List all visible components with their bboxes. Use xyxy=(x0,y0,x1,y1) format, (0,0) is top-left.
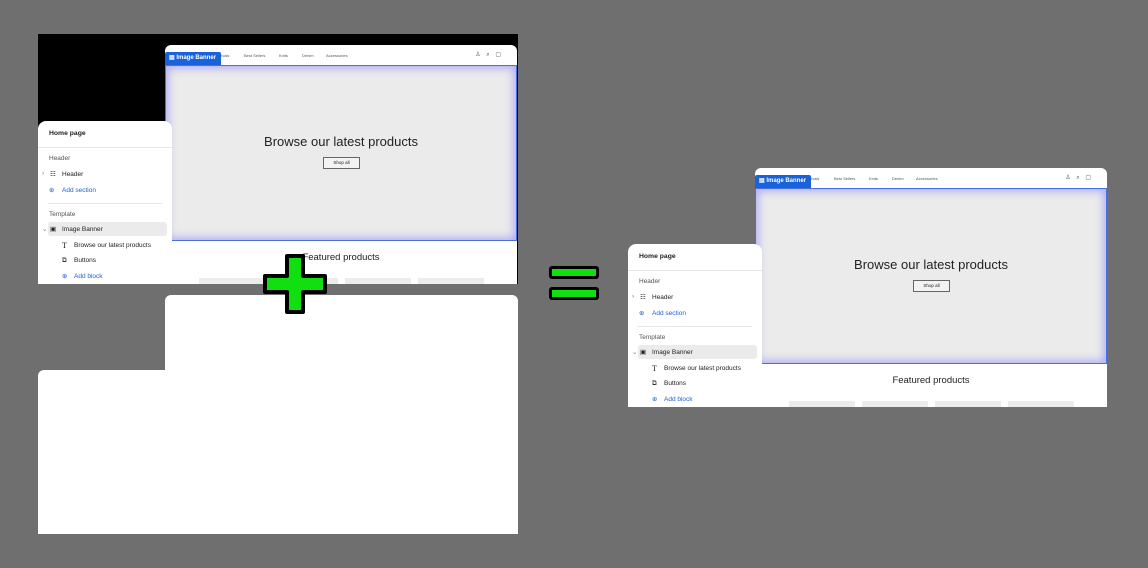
plus-icon xyxy=(263,254,327,314)
divider xyxy=(638,326,752,327)
header-layout-icon: ☷ xyxy=(640,294,646,301)
nav-link[interactable]: Denim xyxy=(892,176,904,181)
equals-icon xyxy=(549,266,599,304)
featured-title: Featured products xyxy=(892,375,970,386)
add-circle-icon: ⊕ xyxy=(49,187,55,194)
add-circle-icon: ⊕ xyxy=(652,396,658,403)
featured-title: Featured products xyxy=(302,252,380,263)
shop-all-button[interactable]: Shop all xyxy=(323,157,360,169)
nav-link[interactable]: Best Sellers xyxy=(244,53,265,58)
product-placeholder[interactable] xyxy=(789,401,855,407)
nav-link[interactable]: rivals xyxy=(220,53,229,58)
text-icon: T xyxy=(652,364,657,373)
group-label: Header xyxy=(639,278,661,285)
sidebar-title: Home page xyxy=(49,130,86,137)
add-circle-icon: ⊕ xyxy=(639,310,645,317)
shop-all-button[interactable]: Shop all xyxy=(913,280,950,292)
sections-sidebar: Home page Header › ☷ Header ⊕ Add sectio… xyxy=(38,121,172,284)
group-label: Template xyxy=(639,334,666,341)
sidebar-item-image-banner[interactable]: Image Banner xyxy=(652,349,693,356)
add-section-button[interactable]: Add section xyxy=(62,187,96,194)
block-item-buttons[interactable]: Buttons xyxy=(664,380,686,387)
store-preview: rivals Best Sellers Knits Denim Accessor… xyxy=(755,168,1107,407)
store-preview: rivals Best Sellers Knits Denim Accessor… xyxy=(165,45,517,284)
product-placeholder[interactable] xyxy=(418,278,484,284)
chevron-right-icon[interactable]: › xyxy=(42,170,44,177)
header-layout-icon: ☷ xyxy=(50,171,56,178)
sidebar-item-header[interactable]: Header xyxy=(62,171,83,178)
sidebar-item-image-banner[interactable]: Image Banner xyxy=(62,226,103,233)
blank-panel xyxy=(38,370,518,534)
text-icon: T xyxy=(62,241,67,250)
nav-link[interactable]: Knits xyxy=(869,176,878,181)
nav-link[interactable]: Denim xyxy=(302,53,314,58)
divider xyxy=(628,270,762,271)
section-tag-label: Image Banner xyxy=(176,55,217,61)
nav-link[interactable]: rivals xyxy=(810,176,819,181)
product-placeholder[interactable] xyxy=(199,278,265,284)
button-icon: ⧉ xyxy=(652,380,657,387)
sections-sidebar: Home page Header › ☷ Header ⊕ Add sectio… xyxy=(628,244,762,407)
chevron-right-icon[interactable]: › xyxy=(632,293,634,300)
banner-title: Browse our latest products xyxy=(854,257,1008,272)
add-circle-icon: ⊕ xyxy=(62,273,68,280)
image-banner-section[interactable]: Browse our latest products Shop all xyxy=(755,188,1107,364)
block-item-text[interactable]: Browse our latest products xyxy=(664,365,741,372)
divider xyxy=(48,203,162,204)
sidebar-title: Home page xyxy=(639,253,676,260)
add-block-button[interactable]: Add block xyxy=(664,396,693,403)
product-placeholder[interactable] xyxy=(345,278,411,284)
chevron-down-icon[interactable]: ⌄ xyxy=(42,225,47,233)
section-tag: ▤ Image Banner xyxy=(165,52,221,65)
block-item-buttons[interactable]: Buttons xyxy=(74,257,96,264)
divider xyxy=(38,147,172,148)
product-placeholder[interactable] xyxy=(1008,401,1074,407)
group-label: Template xyxy=(49,211,76,218)
product-placeholder[interactable] xyxy=(862,401,928,407)
group-label: Header xyxy=(49,155,71,162)
section-tag: ▤ Image Banner xyxy=(755,175,811,188)
nav-link[interactable]: Best Sellers xyxy=(834,176,855,181)
add-block-button[interactable]: Add block xyxy=(74,273,103,280)
account-search-cart-icons[interactable]: ♙ ⌕ ▢ xyxy=(475,51,503,59)
add-section-button[interactable]: Add section xyxy=(652,310,686,317)
editor-scene: rivals Best Sellers Knits Denim Accessor… xyxy=(38,34,518,284)
image-icon: ▣ xyxy=(640,349,647,356)
nav-link[interactable]: Accessories xyxy=(326,53,348,58)
chevron-down-icon[interactable]: ⌄ xyxy=(632,348,637,356)
section-tag-label: Image Banner xyxy=(766,178,807,184)
image-banner-section[interactable]: Browse our latest products Shop all xyxy=(165,65,517,241)
product-placeholder[interactable] xyxy=(935,401,1001,407)
nav-link[interactable]: Knits xyxy=(279,53,288,58)
result-scene: rivals Best Sellers Knits Denim Accessor… xyxy=(628,157,1108,407)
sidebar-item-header[interactable]: Header xyxy=(652,294,673,301)
banner-title: Browse our latest products xyxy=(264,134,418,149)
block-item-text[interactable]: Browse our latest products xyxy=(74,242,151,249)
account-search-cart-icons[interactable]: ♙ ⌕ ▢ xyxy=(1065,174,1093,182)
nav-link[interactable]: Accessories xyxy=(916,176,938,181)
image-icon: ▣ xyxy=(50,226,57,233)
button-icon: ⧉ xyxy=(62,257,67,264)
